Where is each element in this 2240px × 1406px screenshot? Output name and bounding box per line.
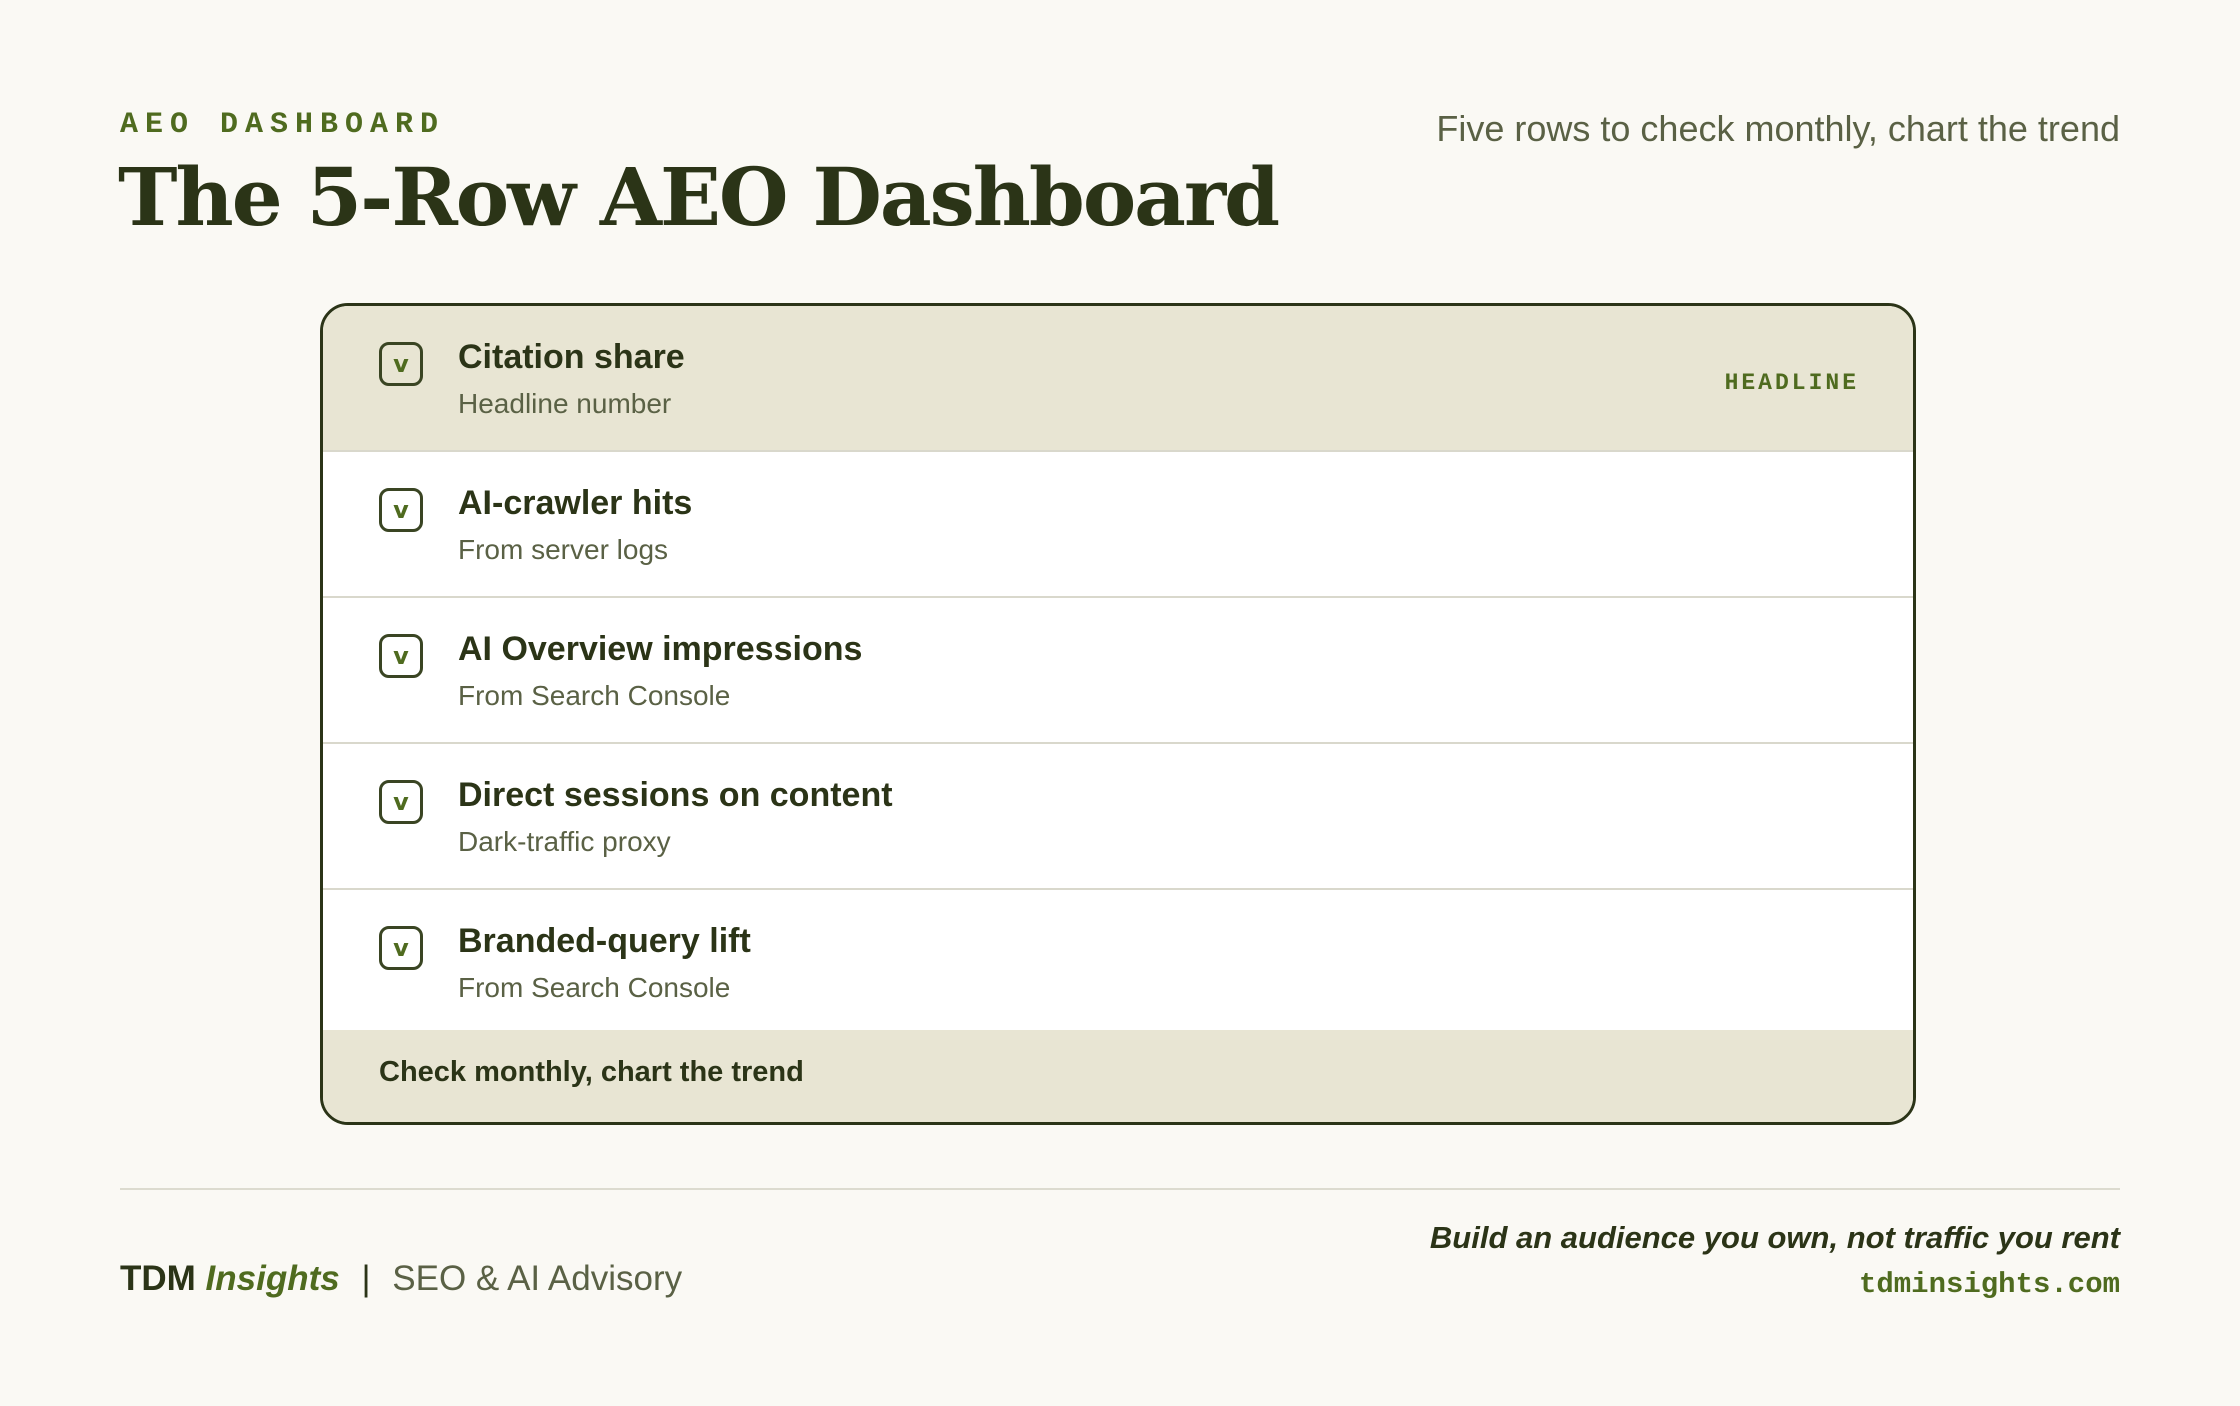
brand-accent: Insights — [205, 1259, 340, 1298]
brand-name: TDM — [120, 1259, 196, 1298]
dashboard-row-direct-sessions: v Direct sessions on content Dark-traffi… — [323, 744, 1913, 890]
dashboard-row-branded-query-lift: v Branded-query lift From Search Console — [323, 890, 1913, 1036]
row-title: AI-crawler hits — [458, 484, 693, 522]
brand-separator: | — [361, 1259, 371, 1298]
row-subtitle: From Search Console — [458, 680, 731, 711]
row-subtitle: From server logs — [458, 534, 669, 565]
row-subtitle: From Search Console — [458, 972, 731, 1003]
checkbox-icon[interactable]: v — [379, 926, 423, 970]
row-subtitle: Headline number — [458, 388, 672, 419]
headline-tag: HEADLINE — [1724, 370, 1859, 396]
row-title: Direct sessions on content — [458, 776, 893, 814]
brand-lockup: TDM Insights | SEO & AI Advisory — [120, 1259, 682, 1299]
dashboard-row-ai-crawler-hits: v AI-crawler hits From server logs — [323, 452, 1913, 598]
eyebrow-label: AEO DASHBOARD — [120, 108, 446, 142]
card-footer: Check monthly, chart the trend — [323, 1030, 1913, 1122]
row-subtitle: Dark-traffic proxy — [458, 826, 671, 857]
checkbox-icon[interactable]: v — [379, 342, 423, 386]
dashboard-row-ai-overview-impressions: v AI Overview impressions From Search Co… — [323, 598, 1913, 744]
brand-description: SEO & AI Advisory — [392, 1259, 683, 1298]
checkbox-icon[interactable]: v — [379, 780, 423, 824]
checkbox-icon[interactable]: v — [379, 634, 423, 678]
page-subtitle: Five rows to check monthly, chart the tr… — [1436, 108, 2120, 149]
footer-url[interactable]: tdminsights.com — [1859, 1268, 2120, 1301]
dashboard-row-citation-share: v Citation share Headline number HEADLIN… — [323, 306, 1913, 452]
checkbox-icon[interactable]: v — [379, 488, 423, 532]
page-title: The 5-Row AEO Dashboard — [118, 150, 1280, 244]
row-title: Branded-query lift — [458, 922, 751, 960]
row-title: Citation share — [458, 338, 685, 376]
footer-tagline: Build an audience you own, not traffic y… — [1429, 1220, 2120, 1255]
card-footer-text: Check monthly, chart the trend — [379, 1056, 804, 1088]
row-title: AI Overview impressions — [458, 630, 863, 668]
footer-divider — [120, 1188, 2120, 1190]
dashboard-card: v Citation share Headline number HEADLIN… — [320, 303, 1916, 1125]
